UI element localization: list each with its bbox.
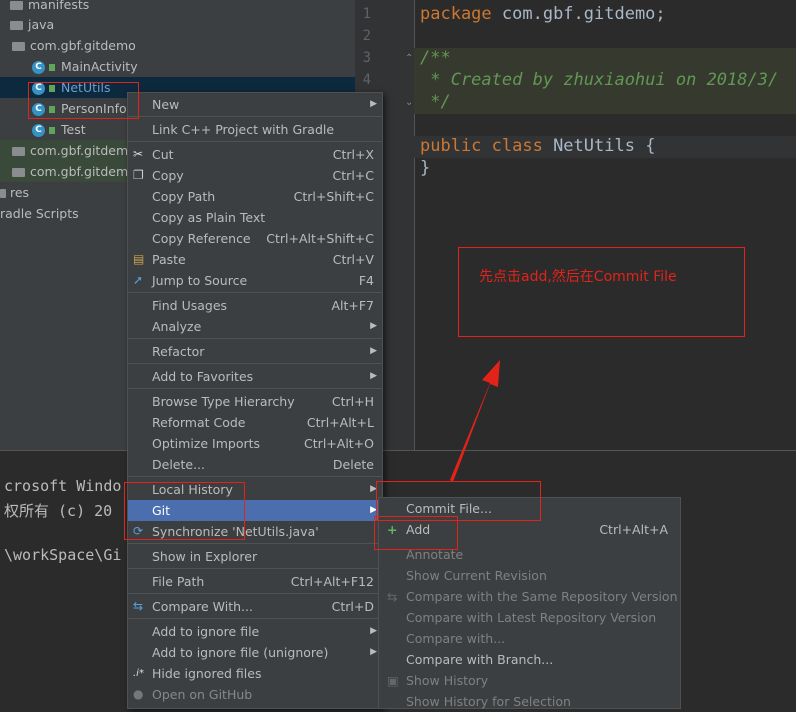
- highlight-box-add: [374, 516, 458, 550]
- menu-item-cut[interactable]: ✂ Cut Ctrl+X: [128, 144, 382, 165]
- menu-item-hide-ignored[interactable]: .i* Hide ignored files: [128, 663, 382, 684]
- package-icon: [12, 42, 25, 51]
- menu-item-link-cpp[interactable]: Link C++ Project with Gradle: [128, 119, 382, 140]
- menu-separator: [128, 476, 382, 477]
- menu-item-refactor[interactable]: Refactor ▶: [128, 341, 382, 362]
- terminal-line: \workSpace\Gi: [4, 546, 122, 564]
- menu-separator: [128, 338, 382, 339]
- copy-icon: ❐: [133, 168, 144, 182]
- compare-icon: ⇆: [133, 599, 144, 613]
- line-number: 4: [362, 72, 371, 88]
- menu-item-copy-reference[interactable]: Copy Reference Ctrl+Alt+Shift+C: [128, 228, 382, 249]
- highlight-box-git: [124, 482, 245, 540]
- git-show-current-revision[interactable]: Show Current Revision: [379, 565, 680, 586]
- menu-item-reformat[interactable]: Reformat Code Ctrl+Alt+L: [128, 412, 382, 433]
- line-number: 3: [362, 50, 371, 66]
- submenu-arrow-icon: ▶: [370, 346, 377, 356]
- code-comment-body: * Created by zhuxiaohui on 2018/3/: [420, 70, 779, 90]
- menu-separator: [128, 388, 382, 389]
- highlight-box-commit: [376, 481, 541, 521]
- menu-item-jump-to-source[interactable]: ➚ Jump to Source F4: [128, 270, 382, 291]
- ignored-icon: .i*: [133, 668, 144, 679]
- code-line-package: package com.gbf.gitdemo;: [420, 4, 666, 24]
- highlight-box-files: [28, 82, 139, 119]
- folder-icon: [10, 21, 23, 30]
- tree-item-package[interactable]: com.gbf.gitdemo: [0, 35, 355, 56]
- menu-item-browse-hierarchy[interactable]: Browse Type Hierarchy Ctrl+H: [128, 391, 382, 412]
- folder-icon: [0, 189, 6, 198]
- git-show-history-selection[interactable]: Show History for Selection: [379, 691, 680, 712]
- jump-icon: ➚: [133, 273, 144, 287]
- menu-item-delete[interactable]: Delete... Delete: [128, 454, 382, 475]
- menu-item-copy[interactable]: ❐ Copy Ctrl+C: [128, 165, 382, 186]
- class-icon: C: [32, 124, 45, 137]
- github-icon: ●: [133, 687, 144, 701]
- package-icon: [12, 168, 25, 177]
- git-compare-branch[interactable]: Compare with Branch...: [379, 649, 680, 670]
- submenu-arrow-icon: ▶: [370, 321, 377, 331]
- menu-item-add-ignore[interactable]: Add to ignore file ▶: [128, 621, 382, 642]
- fold-icon[interactable]: ⌄: [405, 97, 413, 108]
- menu-separator: [128, 568, 382, 569]
- annotation-arrow: [450, 360, 500, 482]
- menu-item-add-ignore-unignore[interactable]: Add to ignore file (unignore) ▶: [128, 642, 382, 663]
- package-icon: [12, 147, 25, 156]
- folder-icon: [10, 1, 23, 10]
- submenu-arrow-icon: ▶: [370, 99, 377, 109]
- menu-separator: [128, 618, 382, 619]
- lock-icon: [49, 127, 55, 134]
- fold-icon[interactable]: ⌃: [405, 53, 413, 64]
- code-line-close: }: [420, 158, 431, 178]
- menu-item-file-path[interactable]: File Path Ctrl+Alt+F12: [128, 571, 382, 592]
- menu-item-open-github[interactable]: ● Open on GitHub: [128, 684, 382, 705]
- menu-item-find-usages[interactable]: Find Usages Alt+F7: [128, 295, 382, 316]
- menu-separator: [128, 363, 382, 364]
- menu-item-new[interactable]: New ▶: [128, 94, 382, 115]
- tree-item-java[interactable]: java: [0, 14, 355, 35]
- scissors-icon: ✂: [133, 147, 144, 161]
- tree-item-manifests[interactable]: manifests: [0, 0, 355, 15]
- submenu-arrow-icon: ▶: [370, 626, 377, 636]
- menu-item-paste[interactable]: ▤ Paste Ctrl+V: [128, 249, 382, 270]
- annotation-note: 先点击add,然后在Commit File: [458, 247, 745, 337]
- code-line-class: public class NetUtils {: [420, 136, 656, 156]
- menu-separator: [128, 593, 382, 594]
- code-comment-close: */: [420, 92, 451, 112]
- tree-item-mainactivity[interactable]: C MainActivity: [0, 56, 355, 77]
- git-compare-same-repo[interactable]: ⇆ Compare with the Same Repository Versio…: [379, 586, 680, 607]
- menu-separator: [128, 292, 382, 293]
- context-menu: New ▶ Link C++ Project with Gradle ✂ Cut Ct…: [127, 92, 383, 709]
- code-comment-open: /**: [420, 48, 451, 68]
- line-number: 1: [362, 6, 371, 22]
- menu-item-optimize-imports[interactable]: Optimize Imports Ctrl+Alt+O: [128, 433, 382, 454]
- compare-icon: ⇆: [387, 589, 398, 604]
- menu-item-copy-plain[interactable]: Copy as Plain Text: [128, 207, 382, 228]
- menu-separator: [128, 141, 382, 142]
- class-icon: C: [32, 61, 45, 74]
- menu-item-add-favorites[interactable]: Add to Favorites ▶: [128, 366, 382, 387]
- paste-icon: ▤: [133, 252, 145, 266]
- lock-icon: [49, 64, 55, 71]
- git-compare-latest-repo[interactable]: Compare with Latest Repository Version: [379, 607, 680, 628]
- history-icon: ▣: [387, 673, 399, 688]
- menu-item-show-explorer[interactable]: Show in Explorer: [128, 546, 382, 567]
- git-compare-with[interactable]: Compare with...: [379, 628, 680, 649]
- submenu-arrow-icon: ▶: [370, 371, 377, 381]
- terminal-line: 权所有 (c) 20: [4, 502, 113, 520]
- menu-separator: [128, 543, 382, 544]
- line-number: 2: [362, 28, 371, 44]
- menu-item-analyze[interactable]: Analyze ▶: [128, 316, 382, 337]
- menu-separator: [128, 116, 382, 117]
- submenu-arrow-icon: ▶: [370, 647, 377, 657]
- annotation-text: 先点击add,然后在Commit File: [479, 269, 677, 285]
- menu-item-compare-with[interactable]: ⇆ Compare With... Ctrl+D: [128, 596, 382, 617]
- git-show-history[interactable]: ▣ Show History: [379, 670, 680, 691]
- terminal-line: crosoft Windo: [4, 477, 122, 495]
- menu-item-copy-path[interactable]: Copy Path Ctrl+Shift+C: [128, 186, 382, 207]
